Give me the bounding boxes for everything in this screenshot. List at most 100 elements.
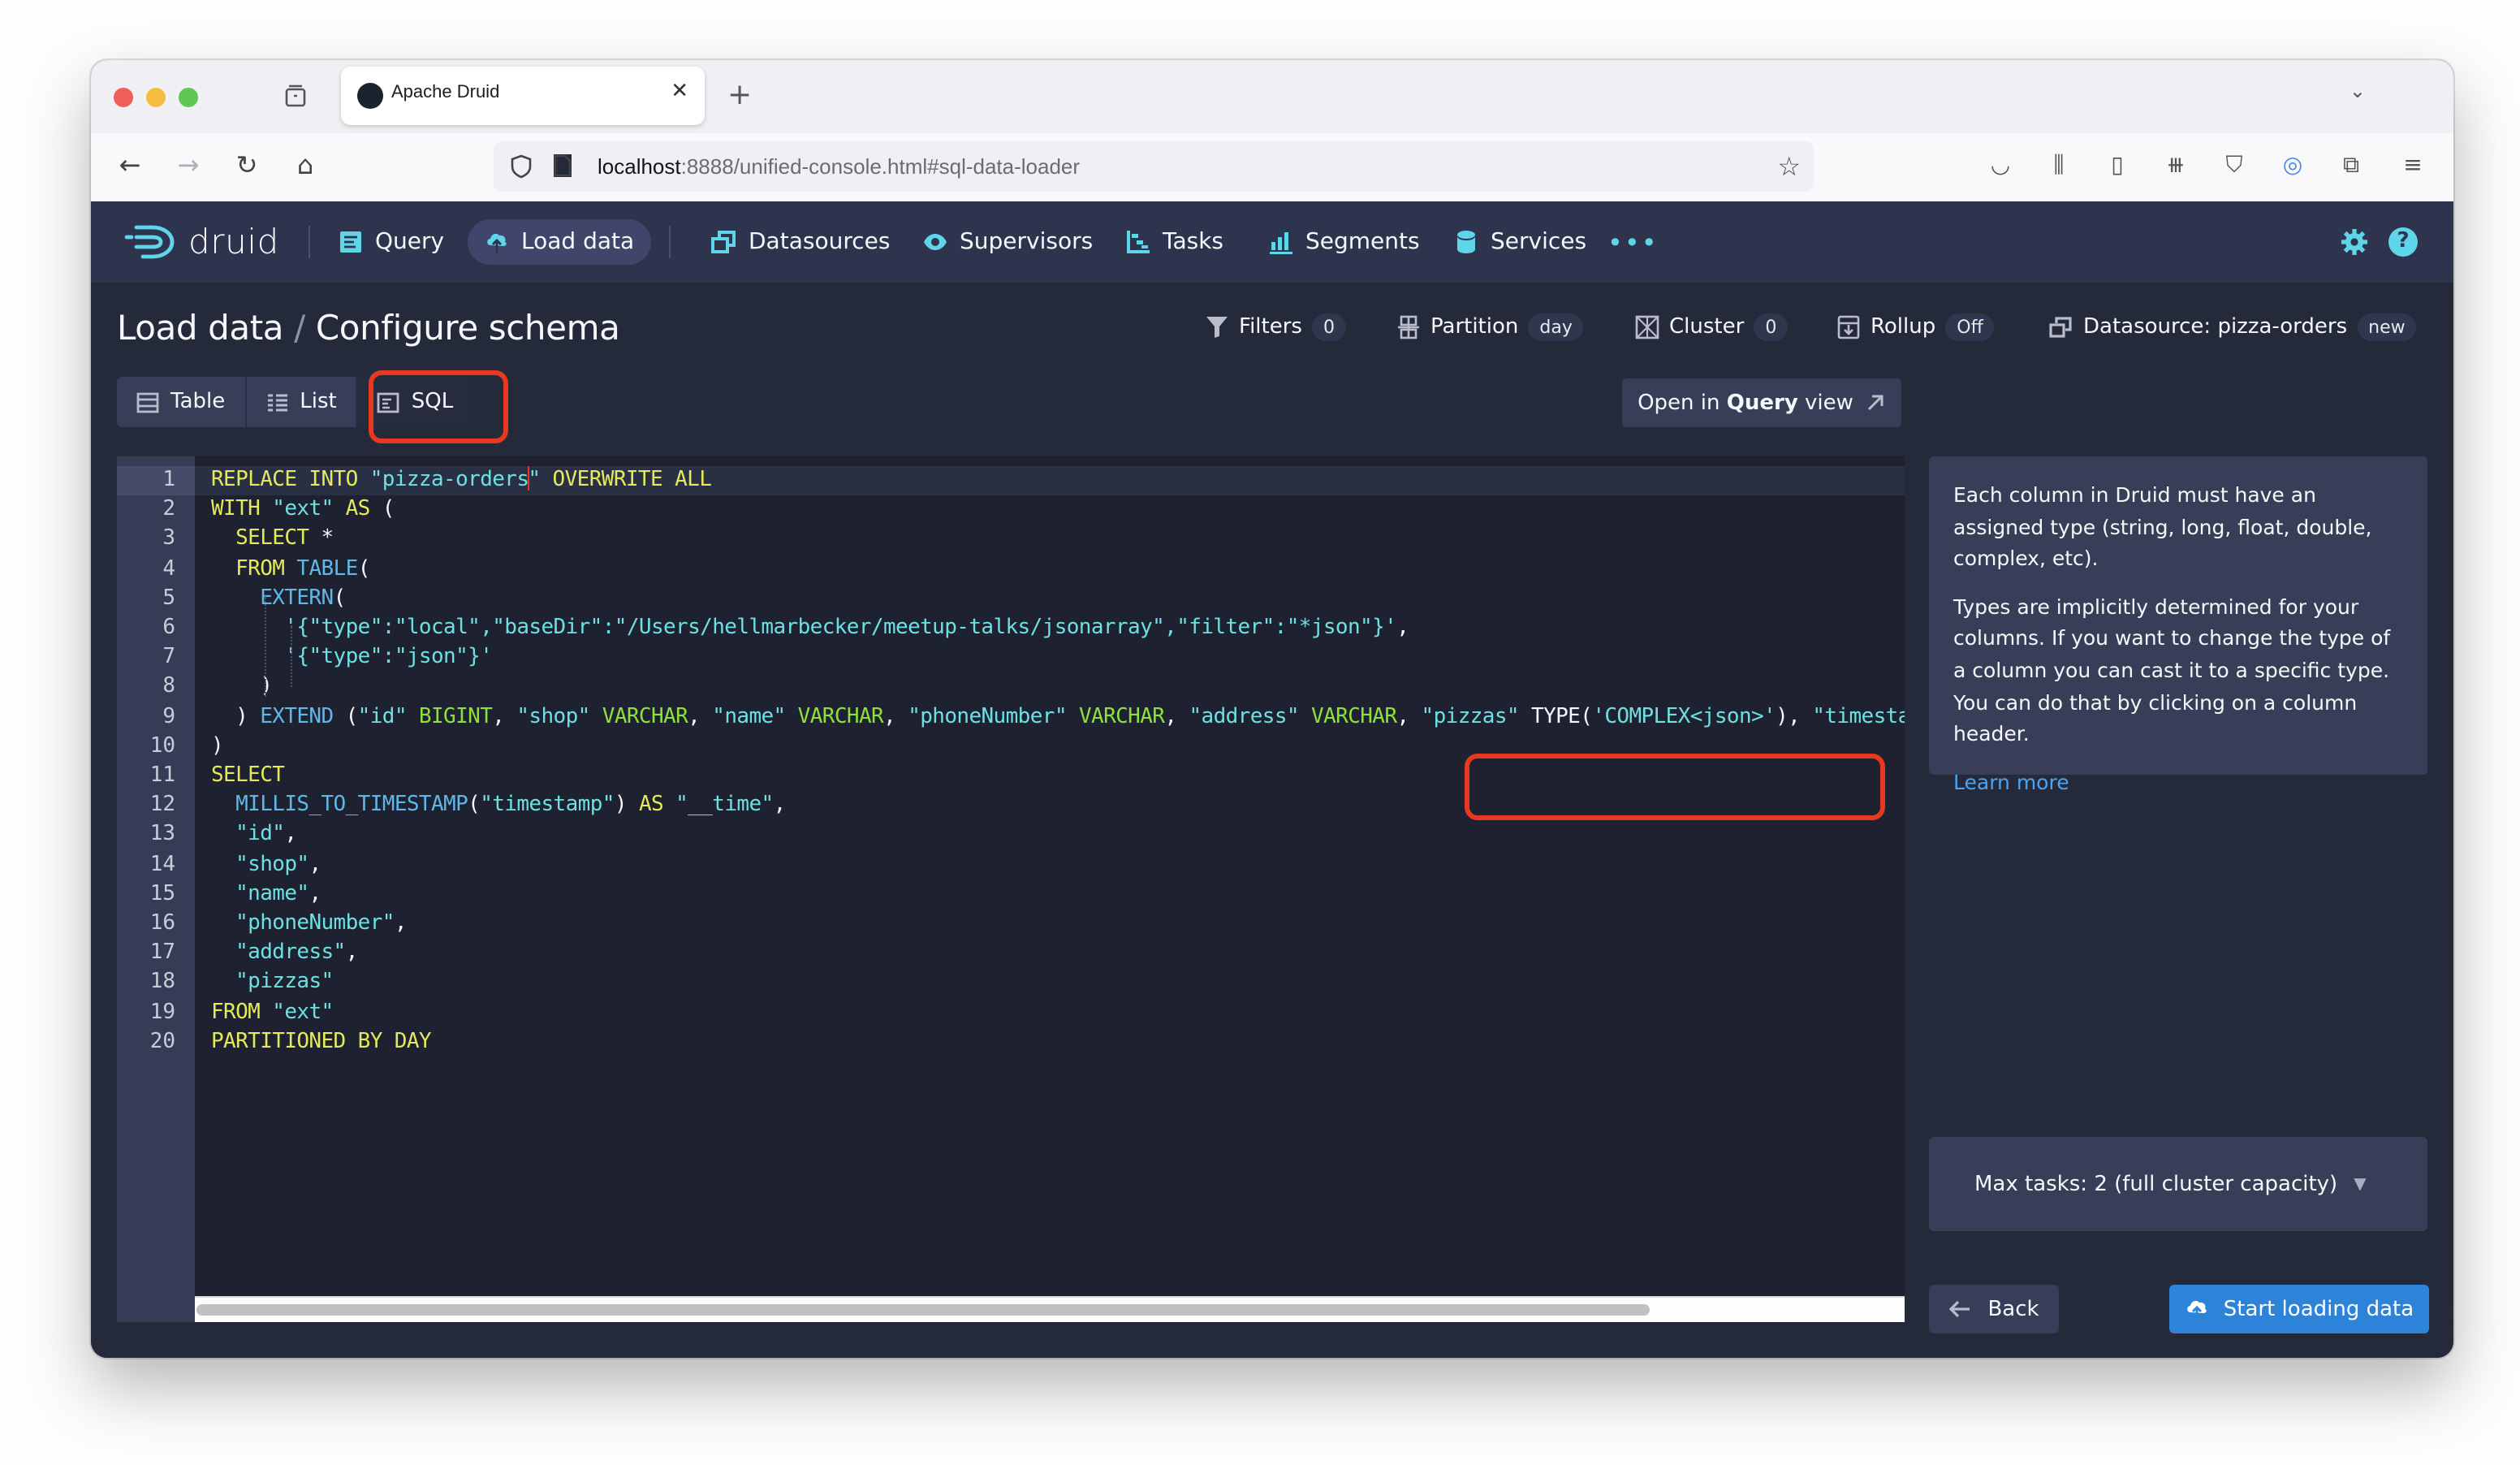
nav-tasks[interactable]: Tasks [1109, 219, 1240, 265]
code-token: * [321, 526, 334, 551]
druid-logo[interactable]: druid [123, 221, 279, 263]
sidebar-icon[interactable]: ▯ [2101, 149, 2134, 182]
nav-supervisors[interactable]: Supervisors [906, 219, 1109, 265]
code-token: ( [382, 497, 395, 522]
back-button[interactable]: Back [1929, 1285, 2059, 1333]
extensions-icon[interactable]: ⧉ [2335, 149, 2367, 182]
list-tabs-icon[interactable]: ⌄ [2350, 80, 2366, 102]
info-paragraph-2: Types are implicitly determined for your… [1953, 594, 2391, 746]
open-in-query-view-button[interactable]: Open in Query view [1622, 378, 1901, 427]
code-token: , [309, 881, 321, 906]
learn-more-link[interactable]: Learn more [1953, 770, 2069, 794]
code-line[interactable]: "phoneNumber", [195, 910, 1905, 939]
extension-fence-icon[interactable]: ⧻ [2160, 149, 2192, 182]
tab-sql[interactable]: SQL [356, 377, 473, 427]
scrollbar-thumb[interactable] [196, 1304, 1651, 1316]
more-menu-icon[interactable]: ••• [1607, 227, 1659, 258]
reload-icon[interactable]: ↻ [231, 149, 263, 182]
ublock-icon[interactable]: ⛉ [2218, 149, 2250, 182]
partition-icon [1398, 315, 1419, 339]
code-token: '{"type":"json"}' [284, 645, 493, 670]
nav-segments[interactable]: Segments [1252, 219, 1436, 265]
code-line[interactable]: '{"type":"json"}' [195, 643, 1905, 672]
code-line[interactable]: WITH "ext" AS ( [195, 495, 1905, 525]
line-number: 6 [162, 616, 175, 640]
code-line[interactable]: FROM "ext" [195, 998, 1905, 1027]
datasource-button[interactable]: Datasource: pizza-orders new [2049, 313, 2417, 341]
rollup-button[interactable]: Rollup Off [1836, 313, 1995, 341]
nav-datasources[interactable]: Datasources [695, 219, 906, 265]
code-line[interactable]: "id", [195, 821, 1905, 850]
max-tasks-dropdown[interactable]: Max tasks: 2 (full cluster capacity) ▼ [1929, 1137, 2427, 1231]
pocket-icon[interactable]: ◡ [1984, 149, 2017, 182]
breadcrumb-current: Configure schema [315, 309, 620, 348]
code-line[interactable]: SELECT * [195, 525, 1905, 555]
home-icon[interactable]: ⌂ [289, 149, 321, 182]
filters-button[interactable]: Filters 0 [1205, 313, 1346, 341]
tab-list[interactable]: List [244, 377, 356, 427]
back-arrow-icon[interactable]: ← [114, 149, 146, 182]
tab-close-icon[interactable]: ✕ [671, 80, 688, 104]
horizontal-scrollbar[interactable] [195, 1296, 1905, 1322]
password-manager-icon[interactable]: ◎ [2276, 149, 2309, 182]
info-panel: Each column in Druid must have an assign… [1929, 456, 2427, 794]
minimize-window-button[interactable] [146, 88, 166, 107]
code-token: VARCHAR [589, 704, 688, 729]
tab-strip: Apache Druid ✕ + ⌄ [91, 60, 2453, 133]
screen: Apache Druid ✕ + ⌄ ← → ↻ ⌂ localhost:888… [0, 0, 2520, 1465]
code-token: "name" [235, 881, 309, 906]
code-line[interactable]: ) EXTEND ("id" BIGINT, "shop" VARCHAR, "… [195, 702, 1905, 732]
code-line[interactable]: FROM TABLE( [195, 555, 1905, 584]
code-line[interactable]: '{"type":"local","baseDir":"/Users/hellm… [195, 614, 1905, 643]
maximize-window-button[interactable] [179, 88, 198, 107]
code-line[interactable]: EXTERN( [195, 585, 1905, 614]
code-line[interactable]: "address", [195, 939, 1905, 968]
nav-services[interactable]: Services [1437, 219, 1603, 265]
line-number: 10 [149, 733, 175, 758]
code-token: "phoneNumber" [908, 704, 1067, 729]
code-token: "shop" [235, 852, 309, 877]
code-line[interactable]: "shop", [195, 850, 1905, 879]
code-token: "ext" [272, 497, 334, 522]
bookmark-star-icon[interactable]: ☆ [1777, 151, 1801, 182]
partition-button[interactable]: Partition day [1396, 313, 1584, 341]
line-number-gutter: 1 2 3 4 5 6 7 8 9 10 11 12 13 14 15 16 17 18 19 20 [117, 456, 195, 1322]
line-number: 1 [117, 466, 195, 496]
cluster-button[interactable]: Cluster 0 [1635, 313, 1789, 341]
browser-tab[interactable]: Apache Druid ✕ [341, 67, 705, 125]
tab-table[interactable]: Table [117, 377, 244, 427]
line-number: 4 [162, 556, 175, 581]
code-line[interactable]: "name", [195, 880, 1905, 910]
nav-load-data[interactable]: Load data [468, 219, 651, 265]
gear-icon[interactable] [2340, 227, 2369, 257]
code-token: , [1396, 616, 1409, 640]
code-line[interactable]: ) [195, 673, 1905, 702]
open-query-suffix: view [1797, 391, 1853, 415]
url-bar[interactable]: localhost:8888/unified-console.html#sql-… [494, 141, 1814, 192]
app-menu-icon[interactable]: ≡ [2397, 149, 2429, 182]
code-line[interactable]: "pizzas" [195, 969, 1905, 998]
tab-groups-icon[interactable] [284, 84, 307, 107]
code-line[interactable]: MILLIS_TO_TIMESTAMP("timestamp") AS "__t… [195, 791, 1905, 820]
help-icon[interactable]: ? [2388, 227, 2418, 257]
code-line[interactable]: PARTITIONED BY DAY [195, 1028, 1905, 1057]
forward-arrow-icon[interactable]: → [172, 149, 205, 182]
code-token: "phoneNumber" [235, 911, 395, 936]
code-line[interactable]: ) [195, 732, 1905, 762]
code-line[interactable]: SELECT [195, 762, 1905, 791]
sql-editor[interactable]: 1 2 3 4 5 6 7 8 9 10 11 12 13 14 15 16 17 18 19 20 REPLACE … [117, 456, 1905, 1322]
start-loading-data-button[interactable]: Start loading data [2169, 1285, 2429, 1333]
code-token: ) [211, 674, 273, 699]
url-text[interactable]: localhost:8888/unified-console.html#sql-… [598, 154, 1080, 179]
code-token: SELECT [235, 526, 321, 551]
nav-query[interactable]: Query [321, 219, 460, 265]
shield-icon[interactable] [510, 154, 533, 179]
info-paragraph-1: Each column in Druid must have an assign… [1953, 482, 2372, 571]
close-window-button[interactable] [114, 88, 133, 107]
new-tab-button[interactable]: + [727, 78, 752, 112]
library-icon[interactable]: ⫼ [2043, 149, 2075, 182]
code-line[interactable]: REPLACE INTO "pizza-orders" OVERWRITE AL… [195, 466, 1905, 496]
